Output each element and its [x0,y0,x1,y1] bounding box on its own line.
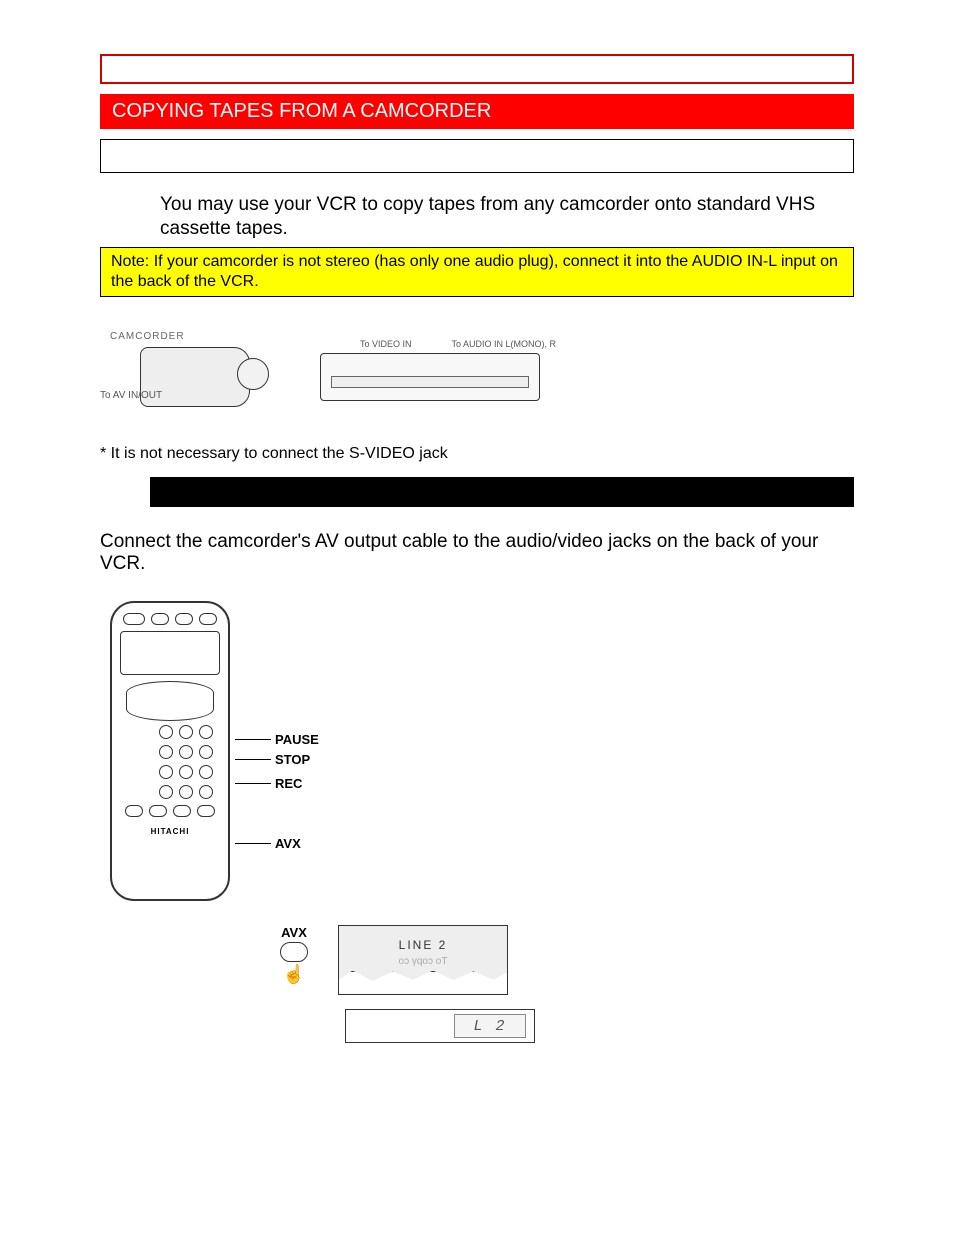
manual-page: COPYING TAPES FROM A CAMCORDER You may u… [0,0,954,1103]
aux-button-icon [125,805,143,817]
avx-button-icon [280,942,308,962]
avx-line2-figure: AVX ☝ LINE 2 oɔ γqoɔ oT L 2 [280,925,600,1043]
redacted-black-bar [150,477,854,507]
intro-paragraph: You may use your VCR to copy tapes from … [160,193,854,241]
avx-button-figure: AVX ☝ [280,925,308,985]
vol-ch-pad-icon [120,631,220,675]
osd-line2-text: LINE 2 [339,938,507,952]
svideo-footnote: * It is not necessary to connect the S-V… [100,445,914,463]
remote-body-icon: HITACHI [110,601,230,901]
pointer-stop-label: STOP [275,752,310,767]
pointer-pause-label: PAUSE [275,732,319,747]
transport-ring-icon [126,681,214,721]
to-audio-in-label: To AUDIO IN L(MONO), R [452,339,557,349]
camcorder-to-vcr-diagram: CAMCORDER To AV IN/OUT To VIDEO IN To AU… [100,305,854,435]
vcr-mode-button-icon [151,613,169,625]
pointer-pause: PAUSE [235,739,271,740]
vcr-icon [320,353,540,401]
note-callout: Note: If your camcorder is not stereo (h… [100,247,854,297]
vcr-front-display-illustration: L 2 [345,1009,535,1043]
catv-mode-button-icon [199,613,217,625]
pointer-avx: AVX [235,843,271,844]
decorative-red-outline-bar [100,54,854,84]
aux-button-icon [173,805,191,817]
vcr-illustration: To VIDEO IN To AUDIO IN L(MONO), R [320,339,854,401]
decorative-empty-box [100,139,854,173]
pointer-avx-label: AVX [275,836,301,851]
press-hand-icon: ☝ [280,964,308,985]
av-inout-label: To AV IN/OUT [100,390,162,401]
avx-text-label: AVX [280,925,308,940]
section-title-text: COPYING TAPES FROM A CAMCORDER [112,100,491,122]
lcd-readout: L 2 [454,1014,526,1038]
remote-brand-label: HITACHI [120,827,220,836]
connect-instruction-text: Connect the camcorder's AV output cable … [100,531,854,575]
osd-ghost-text: oɔ γqoɔ oT [339,956,507,967]
pointer-stop: STOP [235,759,271,760]
remote-control-diagram: HITACHI PAUSE STOP REC AVX [100,601,300,901]
to-video-in-label: To VIDEO IN [360,339,412,349]
aux-button-icon [197,805,215,817]
pointer-rec-label: REC [275,776,302,791]
section-title-bar: COPYING TAPES FROM A CAMCORDER [100,94,854,129]
pointer-rec: REC [235,783,271,784]
keypad-icon [120,725,220,799]
tv-mode-button-icon [175,613,193,625]
camcorder-label: CAMCORDER [110,331,185,342]
tv-osd-illustration: LINE 2 oɔ γqoɔ oT [338,925,508,995]
camcorder-illustration: CAMCORDER To AV IN/OUT [100,333,300,407]
power-button-icon [123,613,145,625]
aux-button-icon [149,805,167,817]
